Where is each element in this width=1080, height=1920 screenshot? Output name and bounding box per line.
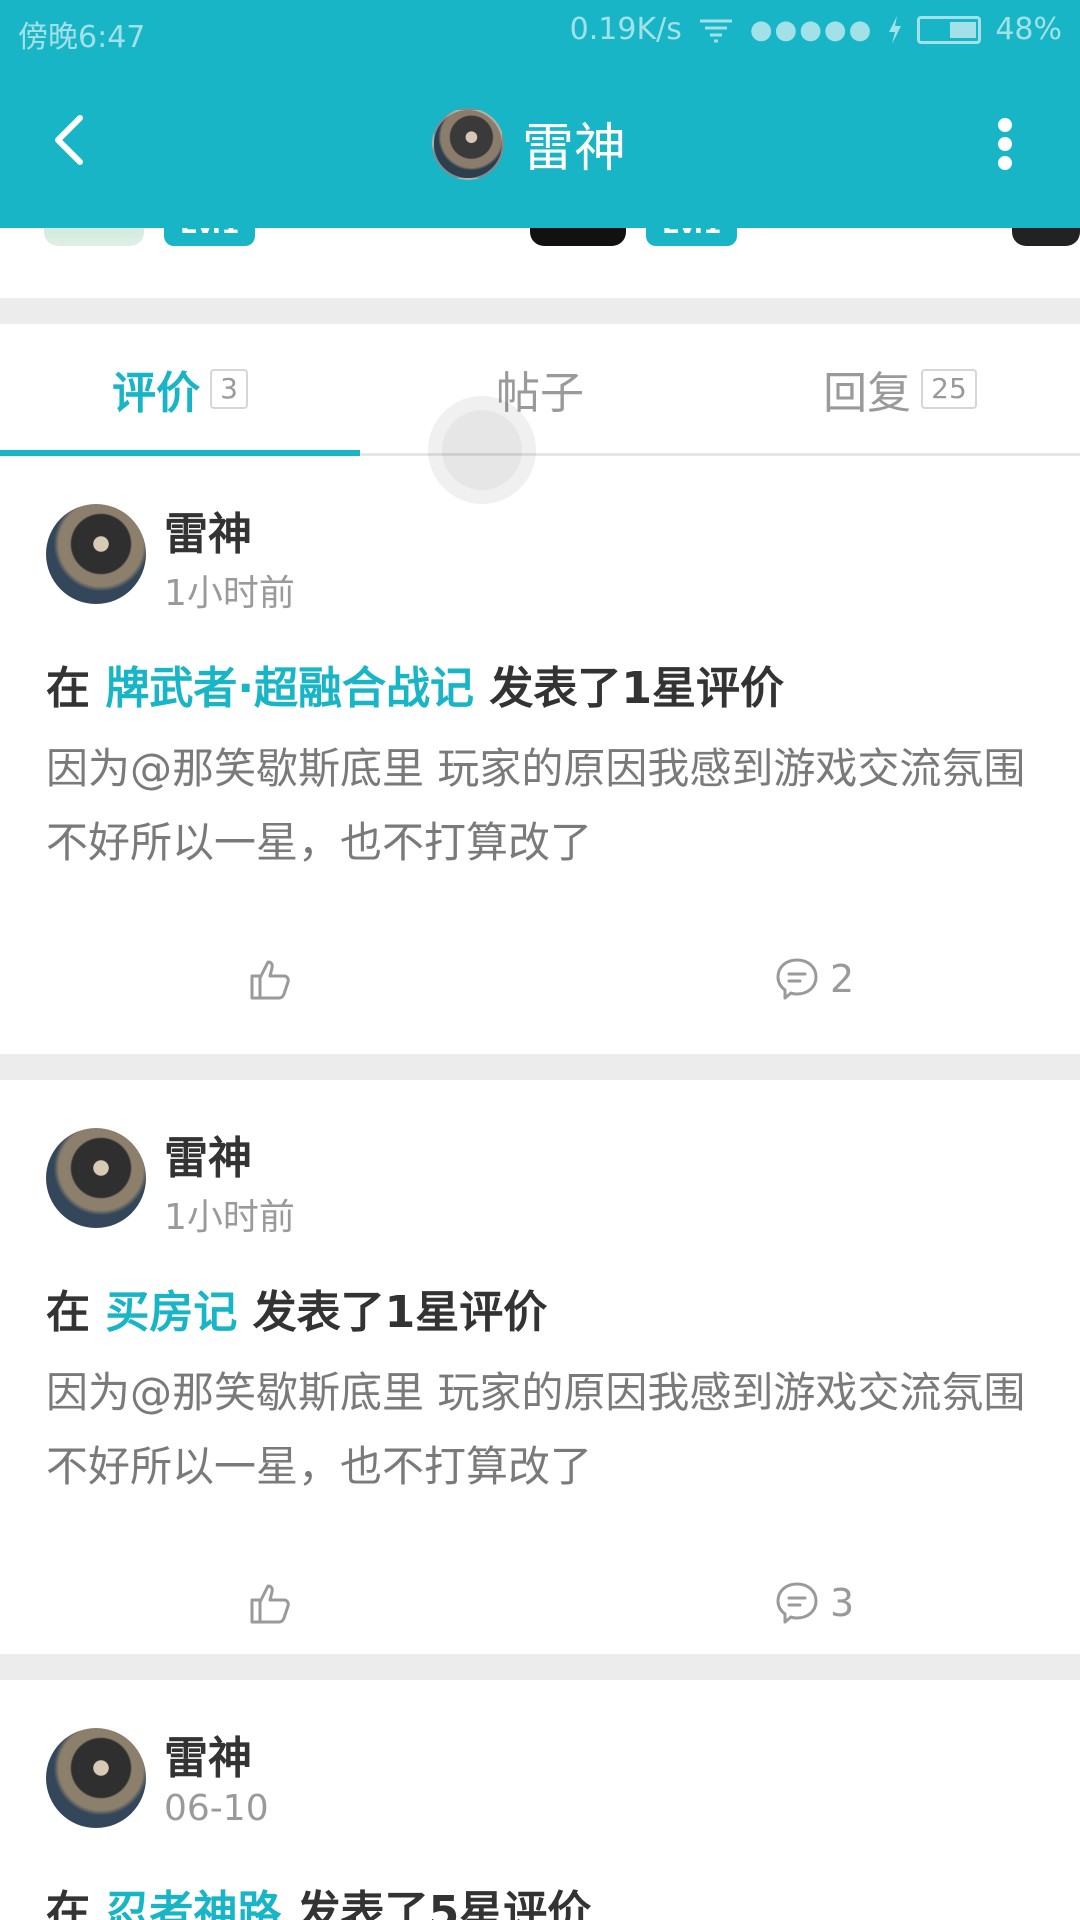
more-options-icon[interactable]: [998, 118, 1012, 170]
title-group: 雷神: [432, 106, 626, 181]
game-link[interactable]: 忍者神路: [105, 1887, 281, 1920]
tab-bar: 评价 3 帖子 回复 25: [0, 324, 1080, 456]
status-right: 0.19K/s ●●●●● 48%: [570, 12, 1062, 47]
game-link[interactable]: 买房记: [105, 1287, 237, 1338]
tab-posts[interactable]: 帖子: [360, 324, 720, 453]
count-badge: 25: [921, 368, 977, 409]
headline-action: 发表了1星评价: [252, 1287, 548, 1338]
back-icon[interactable]: [44, 110, 104, 170]
tab-label: 评价: [112, 367, 201, 419]
headline-prefix: 在: [46, 1887, 90, 1920]
tab-label: 回复: [823, 367, 912, 419]
thumbs-up-icon[interactable]: [246, 1580, 294, 1628]
battery-icon: [917, 15, 982, 44]
headline-action: 发表了1星评价: [489, 663, 784, 714]
wifi-icon: [699, 19, 732, 42]
signal-dots: ●●●●●: [749, 14, 874, 45]
user-name[interactable]: 雷神: [164, 498, 252, 562]
battery-percent: 48%: [995, 12, 1062, 47]
tab-replies[interactable]: 回复 25: [720, 324, 1080, 453]
post-time: 1小时前: [164, 1197, 295, 1238]
user-name[interactable]: 雷神: [164, 1122, 252, 1186]
avatar[interactable]: [46, 1128, 146, 1228]
title-avatar[interactable]: [432, 107, 504, 180]
comment-button[interactable]: 3: [774, 1580, 854, 1626]
touch-ripple: [428, 396, 536, 504]
avatar[interactable]: [46, 504, 146, 604]
review-headline: 在 忍者神路 发表了5星评价: [46, 1876, 591, 1920]
title-bar: 雷神: [0, 60, 1080, 228]
network-speed: 0.19K/s: [569, 12, 682, 47]
comment-count: 3: [830, 1581, 855, 1625]
status-bar: 傍晚6:47 0.19K/s ●●●●● 48%: [0, 0, 1080, 60]
review-headline: 在 买房记 发表了1星评价: [46, 1276, 547, 1340]
review-headline: 在 牌武者·超融合战记 发表了1星评价: [46, 652, 784, 716]
tab-reviews[interactable]: 评价 3: [0, 324, 360, 456]
status-time: 傍晚6:47: [18, 20, 146, 55]
headline-action: 发表了5星评价: [296, 1887, 592, 1920]
post-time: 06-10: [164, 1788, 269, 1829]
thumbs-up-icon[interactable]: [246, 956, 294, 1004]
comment-icon: [776, 958, 818, 1000]
review-body[interactable]: 因为@那笑歇斯底里 玩家的原因我感到游戏交流氛围不好所以一星，也不打算改了: [46, 732, 1036, 880]
review-card[interactable]: 雷神 1小时前 在 买房记 发表了1星评价 因为@那笑歇斯底里 玩家的原因我感到…: [0, 1080, 1080, 1680]
comment-button[interactable]: 2: [774, 956, 854, 1002]
app-screen: 傍晚6:47 0.19K/s ●●●●● 48% 雷神 评价 3 帖子 回复 2…: [0, 0, 1080, 1920]
section-divider: [0, 298, 1080, 324]
review-card[interactable]: 雷神 06-10 在 忍者神路 发表了5星评价: [0, 1680, 1080, 1920]
post-time: 1小时前: [164, 573, 295, 614]
page-title: 雷神: [522, 119, 627, 179]
review-card[interactable]: 雷神 1小时前 在 牌武者·超融合战记 发表了1星评价 因为@那笑歇斯底里 玩家…: [0, 456, 1080, 1080]
avatar[interactable]: [46, 1728, 146, 1828]
count-badge: 3: [210, 368, 248, 409]
review-body[interactable]: 因为@那笑歇斯底里 玩家的原因我感到游戏交流氛围不好所以一星，也不打算改了: [46, 1356, 1036, 1504]
charging-icon: [889, 15, 902, 44]
game-link[interactable]: 牌武者·超融合战记: [105, 663, 474, 714]
review-feed: 雷神 1小时前 在 牌武者·超融合战记 发表了1星评价 因为@那笑歇斯底里 玩家…: [0, 456, 1080, 1920]
headline-prefix: 在: [46, 1287, 90, 1338]
user-name[interactable]: 雷神: [164, 1722, 252, 1786]
comment-icon: [776, 1582, 818, 1624]
comment-count: 2: [830, 957, 855, 1001]
headline-prefix: 在: [46, 663, 90, 714]
